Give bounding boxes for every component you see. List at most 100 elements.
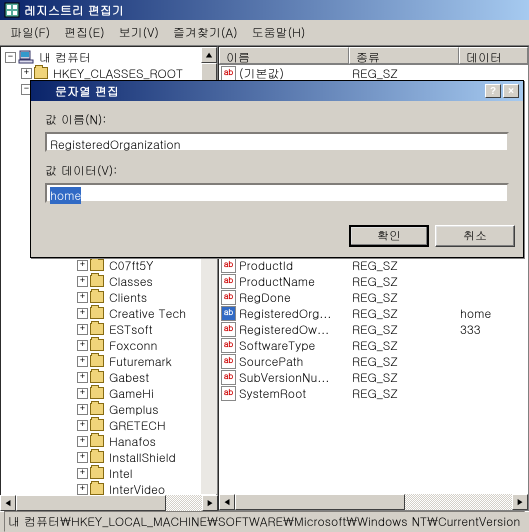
ok-button[interactable]: 확인	[349, 225, 429, 247]
tree-label: GameHi	[107, 385, 156, 402]
tree-node[interactable]: + Classes	[3, 273, 199, 289]
tree-label: Clients	[107, 289, 149, 306]
tree-node[interactable]: + Intel	[3, 465, 199, 481]
list-row[interactable]: abSystemRootREG_SZ	[219, 385, 528, 401]
string-value-icon: ab	[221, 354, 236, 369]
list-header-type[interactable]: 종류	[349, 47, 459, 64]
cell-type: REG_SZ	[352, 257, 460, 274]
cell-type: REG_SZ	[352, 321, 460, 338]
expand-icon[interactable]: +	[77, 468, 88, 479]
value-data-label: 값 데이터(V):	[45, 162, 509, 179]
menu-favorites[interactable]: 즐겨찾기(A)	[167, 22, 244, 43]
list-row[interactable]: abRegisteredOw...REG_SZ333	[219, 321, 528, 337]
folder-icon	[90, 291, 104, 303]
cell-type: REG_SZ	[352, 353, 460, 370]
menu-help[interactable]: 도움말(H)	[246, 22, 312, 43]
scroll-track[interactable]	[16, 495, 202, 511]
tree-label: 내 컴퓨터	[37, 49, 93, 66]
expand-icon[interactable]: +	[77, 436, 88, 447]
dialog-title-bar[interactable]: 문자열 편집 ? ×	[31, 81, 523, 101]
expand-icon[interactable]: +	[77, 356, 88, 367]
close-button[interactable]: ×	[503, 84, 519, 98]
value-data-input[interactable]: home	[45, 183, 509, 203]
cell-name: SystemRoot	[239, 385, 352, 402]
scroll-right-icon[interactable]: ▶	[512, 494, 528, 510]
expand-icon[interactable]: +	[77, 340, 88, 351]
expand-icon[interactable]: +	[77, 420, 88, 431]
list-row[interactable]: abSourcePathREG_SZ	[219, 353, 528, 369]
scroll-left-icon[interactable]: ◀	[219, 494, 235, 510]
tree-node[interactable]: +ESTsoft	[3, 321, 199, 337]
expand-icon[interactable]: +	[77, 452, 88, 463]
cell-name: SubVersionNu...	[239, 369, 352, 386]
dialog-body: 값 이름(N): RegisteredOrganization 값 데이터(V)…	[31, 101, 523, 225]
menu-view[interactable]: 보기(V)	[113, 22, 165, 43]
expand-icon[interactable]: +	[77, 372, 88, 383]
help-button[interactable]: ?	[485, 84, 501, 98]
expand-icon[interactable]: +	[21, 68, 32, 79]
menu-bar: 파일(F) 편집(E) 보기(V) 즐겨찾기(A) 도움말(H)	[0, 20, 529, 45]
tree-node[interactable]: +C07ft5Y	[3, 257, 199, 273]
expand-icon[interactable]: +	[77, 276, 88, 287]
scroll-thumb[interactable]	[16, 495, 166, 511]
value-name-input[interactable]: RegisteredOrganization	[45, 132, 509, 152]
tree-label: Intel	[107, 465, 135, 482]
list-scrollbar-h[interactable]: ◀ ▶	[219, 494, 528, 510]
dialog-icon	[35, 83, 51, 99]
tree-node[interactable]: +Gabest	[3, 369, 199, 385]
cell-name: RegisteredOrg...	[239, 305, 352, 322]
string-value-icon: ab	[221, 290, 236, 305]
tree-node[interactable]: + Creative Tech	[3, 305, 199, 321]
folder-icon	[34, 67, 48, 79]
expand-icon[interactable]: +	[77, 484, 88, 495]
cell-type: REG_SZ	[352, 337, 460, 354]
scroll-up-icon[interactable]: ▲	[201, 47, 217, 63]
scroll-thumb[interactable]	[235, 494, 405, 510]
tree-node[interactable]: +InstallShield	[3, 449, 199, 465]
tree-node[interactable]: + HKEY_CLASSES_ROOT	[3, 65, 199, 81]
list-header: 이름 종류 데이터	[219, 47, 528, 65]
list-row[interactable]: abSoftwareTypeREG_SZ	[219, 337, 528, 353]
list-row[interactable]: abRegDoneREG_SZ	[219, 289, 528, 305]
scroll-left-icon[interactable]: ◀	[0, 495, 16, 511]
list-row[interactable]: ab (기본값) REG_SZ	[219, 65, 528, 81]
cell-name: ProductId	[239, 257, 352, 274]
folder-icon	[90, 371, 104, 383]
tree-label: HKEY_CLASSES_ROOT	[51, 65, 185, 82]
scroll-track[interactable]	[235, 494, 512, 510]
folder-icon	[90, 419, 104, 431]
cell-data: 333	[460, 321, 528, 338]
menu-edit[interactable]: 편집(E)	[58, 22, 111, 43]
tree-label: Creative Tech	[107, 305, 188, 322]
string-value-icon: ab	[221, 338, 236, 353]
expand-icon[interactable]: +	[77, 388, 88, 399]
cell-name: SourcePath	[239, 353, 352, 370]
tree-scrollbar-h[interactable]: ◀ ▶	[0, 495, 218, 511]
list-row[interactable]: abSubVersionNu...REG_SZ	[219, 369, 528, 385]
tree-node-root[interactable]: − 내 컴퓨터	[3, 49, 199, 65]
list-header-name[interactable]: 이름	[219, 47, 349, 64]
scroll-right-icon[interactable]: ▶	[202, 495, 218, 511]
tree-node[interactable]: + GameHi	[3, 385, 199, 401]
menu-file[interactable]: 파일(F)	[4, 22, 56, 43]
tree-node[interactable]: +Hanafos	[3, 433, 199, 449]
list-row[interactable]: abRegisteredOrg...REG_SZhome	[219, 305, 528, 321]
expand-icon[interactable]: −	[5, 52, 16, 63]
expand-icon[interactable]: +	[77, 292, 88, 303]
expand-icon[interactable]: +	[77, 324, 88, 335]
list-header-data[interactable]: 데이터	[459, 47, 528, 64]
folder-icon	[90, 339, 104, 351]
tree-label: Classes	[107, 273, 155, 290]
tree-node[interactable]: + Clients	[3, 289, 199, 305]
list-row[interactable]: abProductNameREG_SZ	[219, 273, 528, 289]
expand-icon[interactable]: +	[77, 308, 88, 319]
cancel-button[interactable]: 취소	[435, 225, 515, 247]
list-row[interactable]: abProductIdREG_SZ	[219, 257, 528, 273]
tree-node[interactable]: +Gemplus	[3, 401, 199, 417]
expand-icon[interactable]: +	[77, 404, 88, 415]
expand-icon[interactable]: +	[77, 260, 88, 271]
cell-name: RegDone	[239, 289, 352, 306]
tree-node[interactable]: +Foxconn	[3, 337, 199, 353]
tree-node[interactable]: +Futuremark	[3, 353, 199, 369]
tree-node[interactable]: +GRETECH	[3, 417, 199, 433]
